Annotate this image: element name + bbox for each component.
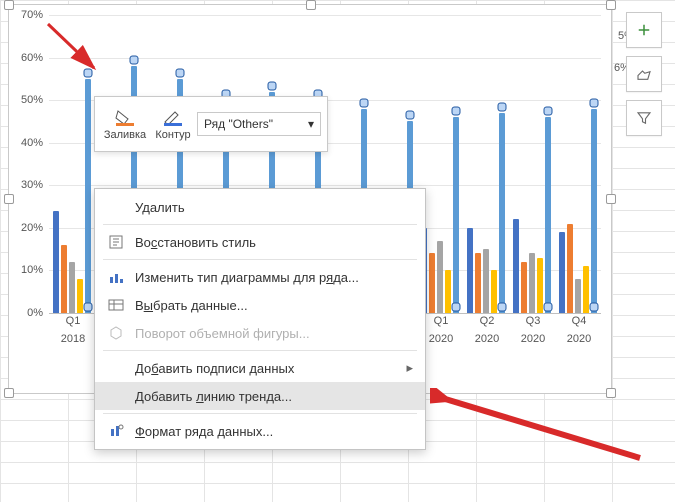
bar[interactable] [483, 249, 489, 313]
x-tick-year: 2018 [61, 333, 85, 345]
bar[interactable] [61, 245, 67, 313]
series-handle[interactable] [452, 303, 461, 312]
x-tick: Q4 [572, 315, 587, 327]
bar[interactable] [53, 211, 59, 313]
x-tick-year: 2020 [475, 333, 499, 345]
x-tick: Q1 [434, 315, 449, 327]
outline-icon [149, 107, 197, 129]
series-handle[interactable] [84, 303, 93, 312]
menu-add-trendline-label: Добавить линию тренда... [135, 389, 292, 404]
blank-icon [107, 359, 125, 377]
blank-icon [107, 387, 125, 405]
stage: 0% 10% 20% 30% 40% 50% 60% 70% Q1 2018 Q2 2… [0, 0, 675, 502]
menu-format-series[interactable]: Формат ряда данных... [95, 417, 425, 445]
series-selector-value: Ряд "Others" [204, 117, 273, 131]
y-tick: 40% [21, 137, 43, 149]
y-tick: 20% [21, 222, 43, 234]
bar[interactable] [77, 279, 83, 313]
bar[interactable] [529, 253, 535, 313]
y-tick: 50% [21, 94, 43, 106]
menu-reset-style-label: Восстановить стиль [135, 235, 256, 250]
series-handle[interactable] [176, 68, 185, 77]
fill-label: Заливка [101, 129, 149, 141]
menu-format-series-label: Формат ряда данных... [135, 424, 273, 439]
series-handle[interactable] [590, 98, 599, 107]
bar[interactable] [537, 258, 543, 313]
x-tick-year: 2020 [521, 333, 545, 345]
submenu-arrow-icon: ▸ [406, 360, 413, 376]
y-axis: 0% 10% 20% 30% 40% 50% 60% 70% [9, 15, 47, 313]
series-handle[interactable] [130, 56, 139, 65]
menu-change-chart-type-label: Изменить тип диаграммы для ряда... [135, 270, 359, 285]
format-series-icon [107, 422, 125, 440]
x-tick-year: 2020 [429, 333, 453, 345]
series-handle[interactable] [360, 98, 369, 107]
x-tick: Q2 [480, 315, 495, 327]
series-handle[interactable] [498, 303, 507, 312]
mini-format-toolbar: Заливка Контур Ряд "Others" ▾ [94, 96, 328, 152]
bar[interactable] [521, 262, 527, 313]
reset-icon [107, 233, 125, 251]
bar[interactable] [467, 228, 473, 313]
series-handle[interactable] [544, 107, 553, 116]
bar[interactable] [559, 232, 565, 313]
rotate-3d-icon [107, 324, 125, 342]
context-menu: Удалить Восстановить стиль Изменить тип … [94, 188, 426, 450]
series-handle[interactable] [406, 111, 415, 120]
series-handle[interactable] [544, 303, 553, 312]
menu-rotate-3d: Поворот объемной фигуры... [95, 319, 425, 347]
bar[interactable] [445, 270, 451, 313]
bar[interactable] [429, 253, 435, 313]
y-tick: 70% [21, 9, 43, 21]
select-data-icon [107, 296, 125, 314]
menu-add-data-labels-label: Добавить подписи данных [135, 361, 294, 376]
series-selector[interactable]: Ряд "Others" ▾ [197, 112, 321, 136]
bar[interactable] [69, 262, 75, 313]
chart-type-icon [107, 268, 125, 286]
bar[interactable] [453, 117, 459, 313]
series-handle[interactable] [498, 102, 507, 111]
series-handle[interactable] [590, 303, 599, 312]
chart-elements-button[interactable] [626, 12, 662, 48]
menu-delete[interactable]: Удалить [95, 193, 425, 221]
fill-button[interactable]: Заливка [101, 107, 149, 141]
menu-rotate-3d-label: Поворот объемной фигуры... [135, 326, 310, 341]
series-handle[interactable] [452, 107, 461, 116]
y-tick: 60% [21, 52, 43, 64]
outline-button[interactable]: Контур [149, 107, 197, 141]
menu-delete-label: Удалить [135, 200, 185, 215]
x-tick: Q1 [66, 315, 81, 327]
chart-styles-button[interactable] [626, 56, 662, 92]
bar[interactable] [545, 117, 551, 313]
bar[interactable] [85, 79, 91, 313]
bar[interactable] [591, 109, 597, 313]
series-handle[interactable] [268, 81, 277, 90]
chevron-down-icon: ▾ [308, 117, 314, 131]
menu-reset-style[interactable]: Восстановить стиль [95, 228, 425, 256]
menu-select-data-label: Выбрать данные... [135, 298, 248, 313]
annotation-arrow-1 [44, 20, 114, 80]
y-tick: 0% [27, 307, 43, 319]
chart-filters-button[interactable] [626, 100, 662, 136]
bar[interactable] [491, 270, 497, 313]
annotation-arrow-2 [430, 388, 650, 468]
menu-select-data[interactable]: Выбрать данные... [95, 291, 425, 319]
bar[interactable] [513, 219, 519, 313]
x-tick-year: 2020 [567, 333, 591, 345]
menu-add-trendline[interactable]: Добавить линию тренда... [95, 382, 425, 410]
blank-icon [107, 198, 125, 216]
bar[interactable] [475, 253, 481, 313]
fill-icon [101, 107, 149, 129]
y-tick: 30% [21, 179, 43, 191]
menu-add-data-labels[interactable]: Добавить подписи данных ▸ [95, 354, 425, 382]
menu-change-chart-type[interactable]: Изменить тип диаграммы для ряда... [95, 263, 425, 291]
bar[interactable] [499, 113, 505, 313]
bar[interactable] [583, 266, 589, 313]
bar[interactable] [437, 241, 443, 313]
bar[interactable] [575, 279, 581, 313]
x-tick: Q3 [526, 315, 541, 327]
outline-label: Контур [149, 129, 197, 141]
y-tick: 10% [21, 264, 43, 276]
bar[interactable] [567, 224, 573, 313]
